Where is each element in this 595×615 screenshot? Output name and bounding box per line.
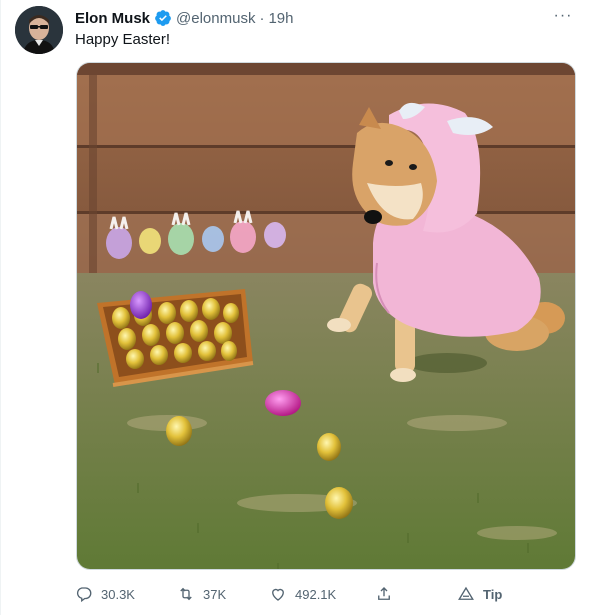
retweet-button[interactable]: 37K [177,585,226,603]
avatar-image [15,6,63,54]
pink-egg [265,390,301,416]
reply-button[interactable]: 30.3K [75,585,135,603]
tweet-header: Elon Musk @elonmusk · 19h [75,8,293,28]
heart-icon [272,588,284,601]
tweet-card[interactable]: Elon Musk @elonmusk · 19h ··· Happy East… [0,0,595,615]
shiba-easter-photo [77,63,575,569]
tweet-text: Happy Easter! [75,31,171,48]
timestamp[interactable]: 19h [268,10,293,27]
retweet-count: 37K [203,586,227,602]
tip-icon [458,586,474,600]
avatar[interactable] [15,6,63,54]
author-handle[interactable]: @elonmusk [176,10,255,27]
reply-count: 30.3K [101,586,135,602]
share-button[interactable] [375,585,393,603]
tweet-actions: 30.3K 37K 492.1K Tip [75,582,515,606]
like-count: 492.1K [295,586,337,602]
retweet-icon [180,587,192,601]
tip-button[interactable]: Tip [457,585,502,603]
author-name[interactable]: Elon Musk [75,10,150,27]
more-icon[interactable]: ··· [551,6,575,26]
tip-label: Tip [483,586,503,602]
like-button[interactable]: 492.1K [269,585,336,603]
separator-dot: · [259,9,265,27]
tweet-media-photo[interactable] [76,62,576,570]
reply-icon [76,587,92,603]
share-icon [378,587,390,600]
verified-badge-icon [154,9,172,27]
